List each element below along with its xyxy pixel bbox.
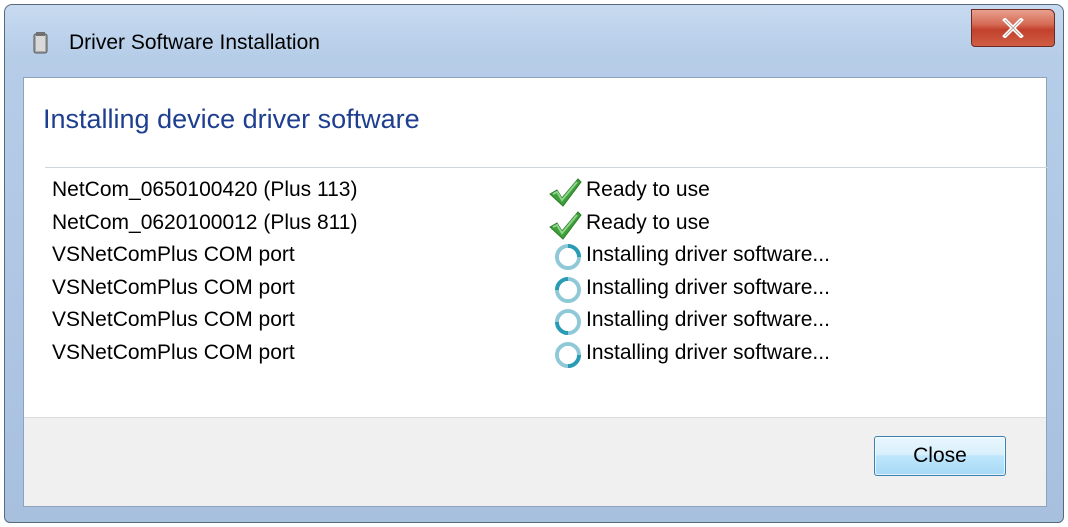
- list-item: VSNetComPlus COM port Installing driver …: [52, 274, 1032, 307]
- device-list: NetCom_0650100420 (Plus 113) Ready to us…: [52, 176, 1032, 371]
- dialog-window: Driver Software Installation Installing …: [4, 4, 1064, 523]
- list-item: VSNetComPlus COM port Installing driver …: [52, 339, 1032, 372]
- device-name: VSNetComPlus COM port: [52, 275, 295, 299]
- device-name: NetCom_0620100012 (Plus 811): [52, 210, 358, 234]
- list-item: NetCom_0620100012 (Plus 811) Ready to us…: [52, 209, 1032, 242]
- list-item: VSNetComPlus COM port Installing driver …: [52, 241, 1032, 274]
- list-item: NetCom_0650100420 (Plus 113) Ready to us…: [52, 176, 1032, 209]
- dialog-content: Installing device driver software NetCom…: [23, 77, 1048, 507]
- status-text: Ready to use: [586, 178, 710, 201]
- dialog-footer: Close: [24, 417, 1046, 506]
- heading-divider: [45, 167, 1048, 168]
- driver-installer-icon: [31, 31, 51, 55]
- checkmark-icon: [548, 210, 582, 240]
- close-button[interactable]: Close: [874, 436, 1006, 476]
- status-text: Ready to use: [586, 210, 710, 234]
- title-bar[interactable]: Driver Software Installation: [5, 5, 1063, 77]
- list-item: VSNetComPlus COM port Installing driver …: [52, 306, 1032, 339]
- window-title: Driver Software Installation: [69, 31, 320, 54]
- device-name: VSNetComPlus COM port: [52, 308, 295, 331]
- status-text: Installing driver software...: [586, 243, 830, 266]
- checkmark-icon: [548, 177, 582, 207]
- page-title: Installing device driver software: [43, 104, 420, 134]
- device-name: NetCom_0650100420 (Plus 113): [52, 178, 358, 201]
- busy-spinner-icon: [548, 242, 582, 272]
- status-text: Installing driver software...: [586, 308, 830, 331]
- busy-spinner-icon: [548, 340, 582, 370]
- busy-spinner-icon: [548, 307, 582, 337]
- window-close-button[interactable]: [971, 9, 1055, 47]
- busy-spinner-icon: [548, 275, 582, 305]
- device-name: VSNetComPlus COM port: [52, 243, 295, 266]
- status-text: Installing driver software...: [586, 275, 830, 299]
- device-name: VSNetComPlus COM port: [52, 340, 295, 364]
- status-text: Installing driver software...: [586, 340, 830, 364]
- close-icon: [1002, 18, 1024, 38]
